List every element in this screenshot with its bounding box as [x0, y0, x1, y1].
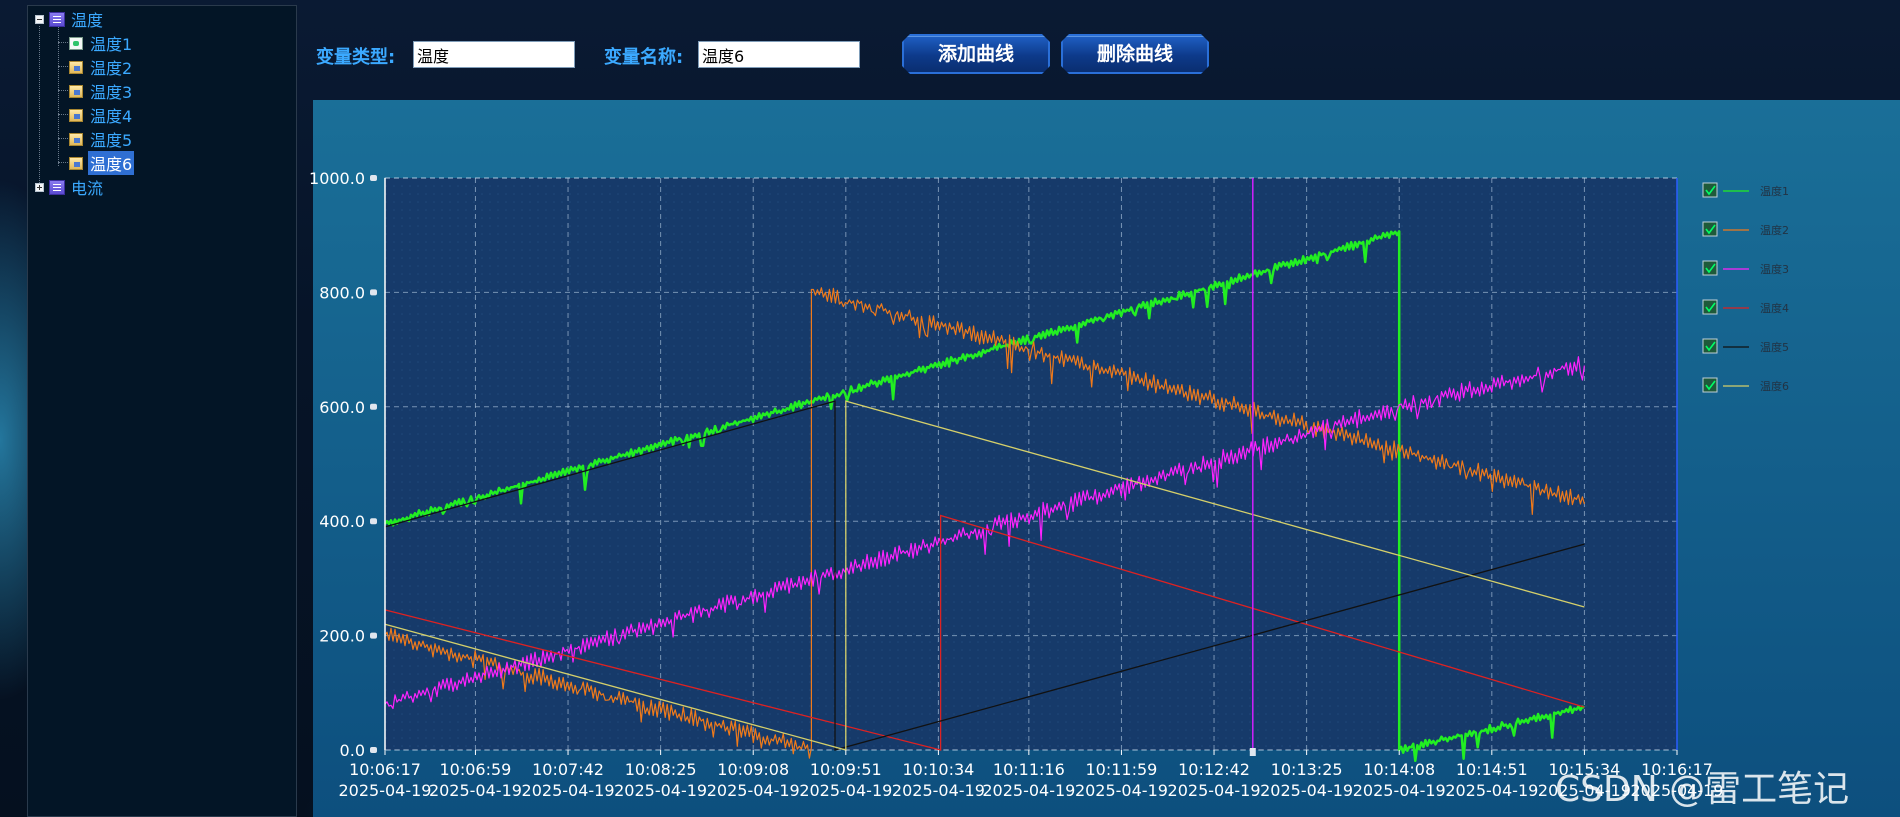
legend-checkbox: [1702, 299, 1718, 315]
legend-label: 温度2: [1760, 223, 1789, 237]
y-tick-marker: [370, 518, 377, 525]
x-tick-date-label: 2025-04-19: [1075, 781, 1168, 800]
x-tick-date-label: 2025-04-19: [522, 781, 615, 800]
x-tick-date-label: 2025-04-19: [429, 781, 522, 800]
x-tick-time-label: 10:14:51: [1456, 760, 1528, 779]
legend-label: 温度4: [1760, 301, 1789, 315]
legend-checkbox: [1702, 338, 1718, 354]
legend-checkbox: [1702, 377, 1718, 393]
x-tick-date-label: 2025-04-19: [799, 781, 892, 800]
x-tick-time-label: 10:06:17: [349, 760, 421, 779]
x-tick-date-label: 2025-04-19: [982, 781, 1075, 800]
x-tick-time-label: 10:09:08: [717, 760, 789, 779]
x-tick-time-label: 10:12:42: [1178, 760, 1250, 779]
y-tick-marker: [370, 632, 377, 639]
legend-checkbox: [1702, 221, 1718, 237]
x-tick-time-label: 10:06:59: [440, 760, 512, 779]
legend-checkbox: [1702, 182, 1718, 198]
x-tick-time-label: 10:11:16: [993, 760, 1065, 779]
x-tick-time-label: 10:09:51: [810, 760, 882, 779]
x-tick-date-label: 2025-04-19: [339, 781, 432, 800]
y-tick-label: 800.0: [319, 283, 365, 302]
y-tick-label: 0.0: [340, 741, 365, 760]
y-tick-marker: [370, 747, 377, 753]
legend-label: 温度6: [1760, 379, 1789, 393]
x-tick-date-label: 2025-04-19: [1260, 781, 1353, 800]
legend-label: 温度5: [1760, 340, 1789, 354]
x-tick-date-label: 2025-04-19: [1168, 781, 1261, 800]
plot-area-texture: [385, 178, 1677, 750]
legend-checkbox: [1702, 260, 1718, 276]
x-tick-date-label: 2025-04-19: [614, 781, 707, 800]
x-tick-time-label: 10:13:25: [1271, 760, 1343, 779]
y-tick-marker: [370, 289, 377, 296]
y-tick-label: 200.0: [319, 627, 365, 646]
x-tick-date-label: 2025-04-19: [892, 781, 985, 800]
y-tick-label: 600.0: [319, 398, 365, 417]
x-tick-time-label: 10:07:42: [532, 760, 604, 779]
x-tick-time-label: 10:14:08: [1363, 760, 1435, 779]
legend-label: 温度1: [1760, 184, 1789, 198]
trend-chart[interactable]: 1000.0 800.0 600.0 400.0 200.0 0.010:06:17 202…: [0, 0, 1900, 817]
x-tick-time-label: 10:08:25: [625, 760, 697, 779]
y-tick-marker: [370, 175, 377, 181]
y-tick-label: 400.0: [319, 512, 365, 531]
x-tick-time-label: 10:11:59: [1086, 760, 1158, 779]
x-tick-date-label: 2025-04-19: [1353, 781, 1446, 800]
cursor-marker: [1249, 748, 1256, 756]
watermark: CSDN @雷工笔记: [1555, 769, 1850, 810]
legend-label: 温度3: [1760, 262, 1789, 276]
x-tick-date-label: 2025-04-19: [1445, 781, 1538, 800]
y-tick-marker: [370, 403, 377, 410]
x-tick-date-label: 2025-04-19: [707, 781, 800, 800]
x-tick-time-label: 10:10:34: [902, 760, 974, 779]
y-tick-label: 1000.0: [309, 169, 365, 188]
